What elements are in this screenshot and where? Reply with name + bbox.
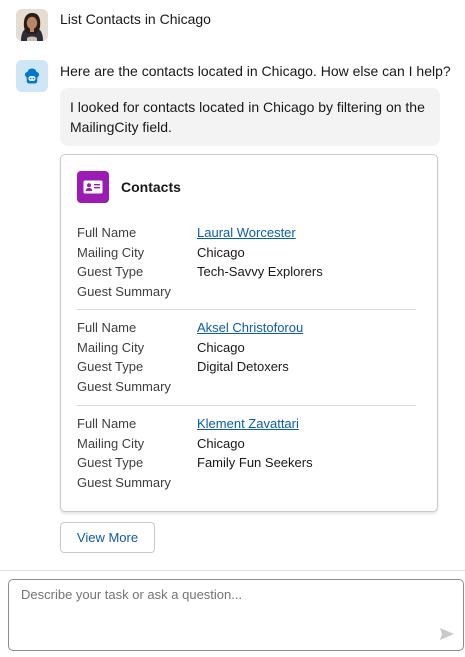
contacts-card: Contacts Full Name Laural Worcester Mail…: [60, 154, 438, 512]
contact-record: Full Name Klement Zavattari Mailing City…: [77, 414, 415, 492]
composer: [8, 579, 464, 651]
mailing-city-label: Mailing City: [77, 339, 145, 355]
user-message-row: [16, 8, 48, 42]
mailing-city-value: Chicago: [197, 244, 245, 260]
agent-avatar: [16, 60, 48, 92]
field-row: Full Name Klement Zavattari: [77, 414, 415, 434]
contact-card-icon: [77, 171, 109, 203]
guest-type-value: Tech-Savvy Explorers: [197, 264, 323, 280]
message-input[interactable]: [9, 580, 463, 650]
full-name-label: Full Name: [77, 225, 137, 241]
contact-name-link[interactable]: Laural Worcester: [197, 225, 296, 240]
field-row: Mailing City Chicago: [77, 434, 415, 454]
contact-record: Full Name Aksel Christoforou Mailing Cit…: [77, 318, 415, 396]
mailing-city-label: Mailing City: [77, 244, 145, 260]
mailing-city-value: Chicago: [197, 339, 245, 355]
field-row: Guest Summary: [77, 473, 415, 493]
field-row: Mailing City Chicago: [77, 243, 415, 263]
guest-summary-label: Guest Summary: [77, 474, 171, 490]
field-row: Full Name Laural Worcester: [77, 223, 415, 243]
contact-name-link[interactable]: Aksel Christoforou: [197, 320, 303, 335]
agent-reply-text: Here are the contacts located in Chicago…: [60, 63, 451, 79]
guest-type-value: Family Fun Seekers: [197, 455, 313, 471]
send-icon[interactable]: [439, 626, 455, 642]
field-row: Guest Type Digital Detoxers: [77, 357, 415, 377]
record-divider: [77, 309, 416, 310]
view-more-button[interactable]: View More: [60, 522, 155, 553]
agent-bot-icon: [24, 68, 40, 84]
field-row: Guest Type Tech-Savvy Explorers: [77, 262, 415, 282]
field-row: Guest Summary: [77, 282, 415, 302]
field-row: Full Name Aksel Christoforou: [77, 318, 415, 338]
field-row: Mailing City Chicago: [77, 338, 415, 358]
contact-record: Full Name Laural Worcester Mailing City …: [77, 223, 415, 301]
user-avatar: [16, 9, 48, 41]
full-name-label: Full Name: [77, 416, 137, 432]
guest-type-label: Guest Type: [77, 264, 144, 280]
field-row: Guest Summary: [77, 377, 415, 397]
full-name-label: Full Name: [77, 320, 137, 336]
record-divider: [77, 405, 416, 406]
guest-type-label: Guest Type: [77, 359, 144, 375]
card-header: Contacts: [77, 171, 181, 203]
guest-type-label: Guest Type: [77, 455, 144, 471]
guest-type-value: Digital Detoxers: [197, 359, 289, 375]
reasoning-bubble: I looked for contacts located in Chicago…: [60, 88, 440, 146]
contact-name-link[interactable]: Klement Zavattari: [197, 416, 299, 431]
composer-divider: [0, 570, 465, 571]
mailing-city-label: Mailing City: [77, 435, 145, 451]
guest-summary-label: Guest Summary: [77, 378, 171, 394]
guest-summary-label: Guest Summary: [77, 283, 171, 299]
user-message-text: List Contacts in Chicago: [60, 11, 211, 27]
card-title: Contacts: [121, 179, 181, 195]
field-row: Guest Type Family Fun Seekers: [77, 453, 415, 473]
mailing-city-value: Chicago: [197, 435, 245, 451]
